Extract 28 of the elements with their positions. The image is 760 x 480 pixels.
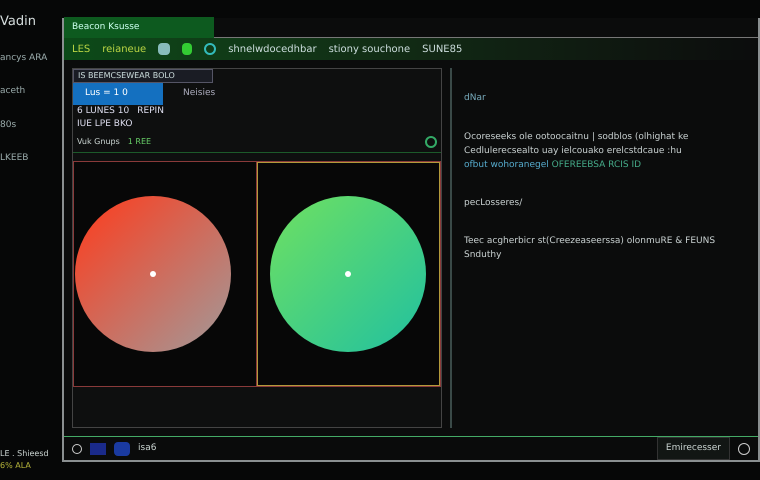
panel-heading: dNar	[464, 92, 487, 105]
status-text: Emirecesser	[656, 436, 730, 460]
dropdown[interactable]: IS BEEMCSEWEAR BOLO	[73, 69, 213, 83]
info-text: IUE LPE BKO	[76, 118, 134, 131]
breadcrumb-item[interactable]: stiony souchone	[328, 42, 410, 56]
paragraph: pecLosseres/	[464, 196, 524, 210]
breadcrumb-item[interactable]: SUNE85	[422, 42, 462, 56]
tab[interactable]: Neisies	[179, 83, 220, 104]
status-text: isa6	[138, 442, 156, 455]
paragraph: Ocoreseeks ole ootoocaitnu | sodblos (olhighat ke Cedlulerecsealto uay ielcouako erelcstdcaue :hu ofbut wohoranegel OFEREEBSA RCIS ID	[464, 130, 690, 172]
sidebar-item[interactable]: LKEEB	[0, 152, 62, 166]
link[interactable]: ofbut wohoranegel	[464, 160, 549, 170]
sidebar-item[interactable]: ancys ARA	[0, 52, 62, 65]
breadcrumb-item[interactable]: shnelwdocedhbar	[228, 42, 317, 56]
window-title: Beacon Ksusse	[64, 16, 214, 38]
filter-value[interactable]: 1 REE	[128, 136, 152, 148]
sidebar-title: Vadin	[0, 13, 37, 31]
info-text: REPIN	[137, 104, 164, 118]
toolbar-label: LES	[72, 42, 90, 56]
sidebar-item[interactable]: aceth	[0, 85, 62, 98]
tab[interactable]: Lus = 1 0	[73, 83, 163, 104]
sidebar-footer: 6% ALA	[0, 460, 62, 472]
toolbar-label: reianeue	[102, 42, 146, 56]
filter-label: Vuk Gnups	[77, 136, 120, 148]
info-text: 6 LUNES 10	[77, 104, 130, 118]
sidebar-item[interactable]: 80s	[0, 118, 62, 132]
paragraph: Teec acgherbicr st(Creezeaseerssa) olonmuRE & FEUNS Snduthy	[464, 234, 716, 262]
sidebar-footer: LE . Shieesd	[0, 448, 62, 460]
